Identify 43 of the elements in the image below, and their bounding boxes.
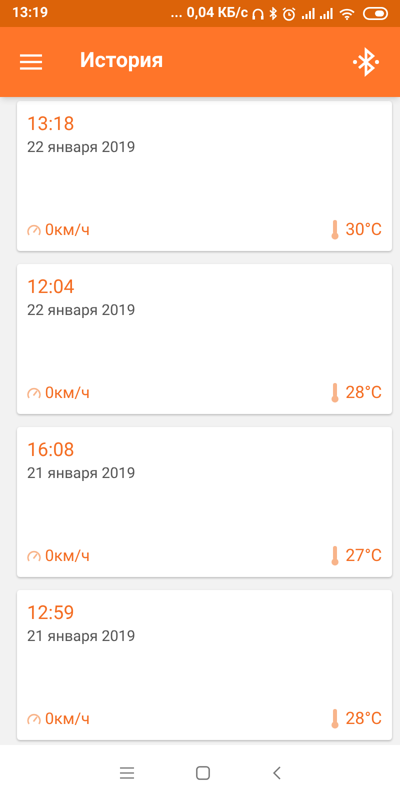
status-dots: ...: [170, 4, 183, 23]
speedometer-icon: [27, 713, 41, 726]
speedometer-icon: [27, 387, 41, 400]
alarm-icon: [282, 6, 296, 20]
history-card[interactable]: 16:08 21 января 2019 0км/ч 27°C: [17, 427, 392, 577]
bluetooth-icon[interactable]: [352, 47, 380, 77]
speed-value: 0км/ч: [45, 545, 90, 568]
thermometer-icon: [331, 220, 340, 240]
speedometer-icon: [27, 550, 41, 562]
home-icon[interactable]: [196, 766, 210, 780]
temperature-value: 28°C: [345, 382, 382, 404]
speed-value: 0км/ч: [45, 219, 90, 242]
speedometer-icon: [27, 224, 41, 236]
thermometer-icon: [331, 709, 340, 730]
signal-icon: [302, 8, 315, 19]
record-date: 21 января 2019: [27, 626, 136, 646]
record-time: 16:08: [27, 439, 74, 461]
record-date: 22 января 2019: [27, 300, 136, 320]
headphones-icon: [252, 7, 264, 20]
temperature-value: 28°C: [345, 708, 382, 730]
back-icon[interactable]: [272, 766, 280, 780]
menu-icon[interactable]: [120, 766, 134, 778]
bluetooth-icon: [269, 7, 277, 20]
screen-title: История: [80, 48, 164, 76]
speed-value: 0км/ч: [45, 708, 90, 730]
temperature-value: 30°C: [345, 218, 382, 242]
battery-icon: [363, 7, 388, 20]
history-card[interactable]: 13:18 22 января 2019 0км/ч 30°C: [17, 101, 392, 251]
history-card[interactable]: 12:59 21 января 2019 0км/ч 28°C: [17, 590, 392, 740]
speed-value: 0км/ч: [45, 382, 90, 404]
network-speed: 0,04 КБ/с: [186, 4, 248, 23]
record-date: 21 января 2019: [27, 463, 136, 483]
record-time: 12:59: [27, 602, 74, 624]
temperature-value: 27°C: [345, 544, 382, 568]
history-card[interactable]: 12:04 22 января 2019 0км/ч 28°C: [17, 264, 392, 414]
record-time: 13:18: [27, 113, 74, 135]
wifi-icon: [339, 8, 355, 20]
signal-icon: [320, 8, 333, 19]
thermometer-icon: [331, 546, 340, 566]
thermometer-icon: [331, 383, 340, 404]
record-time: 12:04: [27, 276, 74, 298]
status-time: 13:19: [12, 4, 48, 23]
record-date: 22 января 2019: [27, 137, 136, 157]
